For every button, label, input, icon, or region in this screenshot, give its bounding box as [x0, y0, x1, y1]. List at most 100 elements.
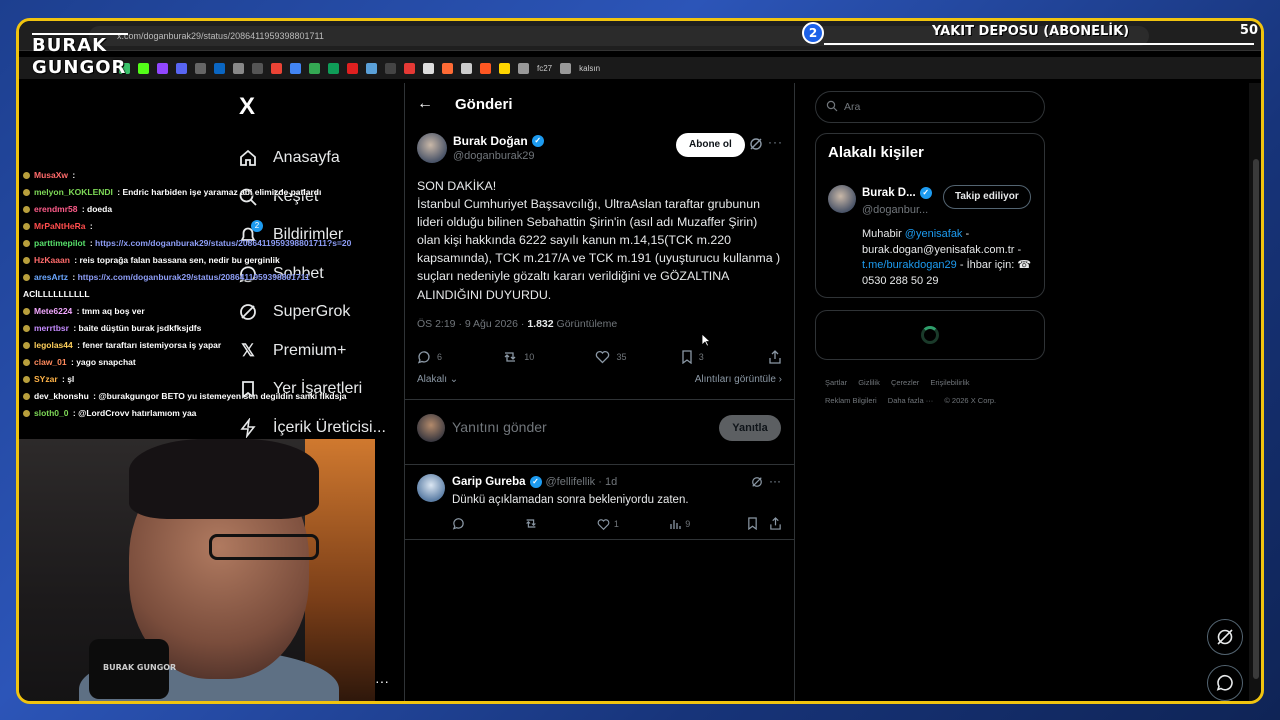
author-name-row[interactable]: Burak Doğan ✓	[453, 134, 544, 148]
acrobat-icon[interactable]	[347, 62, 358, 74]
person-avatar[interactable]	[828, 185, 856, 213]
repost-count: 10	[524, 351, 535, 362]
x-logo[interactable]: X	[239, 93, 397, 121]
bookmark-icon[interactable]	[366, 62, 377, 74]
bookmark-icon[interactable]	[747, 517, 769, 532]
chat-text[interactable]: https://x.com/doganburak29/status/208641…	[95, 238, 351, 248]
footer-link[interactable]: Erişilebilirlik	[930, 378, 969, 387]
chat-username[interactable]: aresArtz	[34, 272, 68, 282]
scrollbar-thumb[interactable]	[1253, 159, 1259, 679]
related-person[interactable]: Burak D... ✓ @doganbur... Takip ediliyor…	[816, 161, 1044, 297]
grok-icon[interactable]	[749, 137, 763, 156]
chart-icon[interactable]	[442, 62, 453, 74]
chat-username[interactable]: legolas44	[34, 340, 73, 350]
twitch-icon[interactable]	[157, 62, 168, 74]
chat-username[interactable]: merrtbsr	[34, 323, 69, 333]
chat-username[interactable]: SYzar	[34, 374, 58, 384]
amazon-icon[interactable]	[423, 62, 434, 74]
messages-float-button[interactable]	[1207, 665, 1243, 701]
sheets-icon[interactable]	[328, 62, 339, 74]
kick-icon[interactable]	[138, 62, 149, 74]
chat-username[interactable]: dev_khonshu	[34, 391, 89, 401]
chat-username[interactable]: erendmr58	[34, 204, 77, 214]
bookmark-icon[interactable]	[195, 62, 206, 74]
bookmark-icon[interactable]	[233, 62, 244, 74]
grok-float-button[interactable]	[1207, 619, 1243, 655]
folder-icon[interactable]	[518, 62, 529, 74]
gmail-icon[interactable]	[271, 62, 282, 74]
reply-action[interactable]: 6	[417, 350, 502, 364]
discord-icon[interactable]	[176, 62, 187, 74]
bookmark-folder-fc27[interactable]: fc27	[537, 64, 552, 73]
chat-username[interactable]: parttimepilot	[34, 238, 85, 248]
chat-username[interactable]: melyon_KOKLENDI	[34, 187, 113, 197]
like-action[interactable]: 1	[597, 517, 669, 532]
related-dropdown[interactable]: Alakalı ⌄	[417, 374, 458, 385]
heart-icon	[596, 350, 610, 364]
search-input[interactable]: Ara	[815, 91, 1045, 123]
chat-message: erendmr58 : doeda	[23, 201, 383, 218]
chat-username[interactable]: MusaXw	[34, 170, 68, 180]
more-options-icon[interactable]: ···	[375, 673, 389, 689]
reply-item[interactable]: Garip Gureba ✓ @fellifellik · 1d ··· Dün…	[405, 463, 794, 540]
author-avatar[interactable]	[417, 133, 447, 163]
author-handle[interactable]: @doganburak29	[453, 150, 544, 162]
footer-link[interactable]: Şartlar	[825, 378, 847, 387]
linkedin-icon[interactable]	[214, 62, 225, 74]
subscribe-button[interactable]: Abone ol	[676, 133, 745, 157]
quotes-link[interactable]: Alıntıları görüntüle ›	[695, 374, 782, 385]
footer-link[interactable]: Reklam Bilgileri	[825, 396, 877, 405]
bookmark-icon[interactable]	[461, 62, 472, 74]
bio-link[interactable]: t.me/burakdogan29	[862, 259, 957, 271]
more-icon[interactable]: ···	[768, 135, 783, 149]
reply-icon[interactable]	[452, 517, 524, 532]
reply-composer: Yanıtını gönder Yanıtla	[405, 398, 794, 454]
chat-text[interactable]: https://x.com/doganburak29/status/208641…	[78, 272, 310, 282]
person-name-row[interactable]: Burak D... ✓	[862, 187, 932, 199]
chat-badge-icon	[23, 206, 30, 214]
views-action[interactable]: 9	[669, 517, 747, 532]
scrollbar[interactable]	[1249, 83, 1261, 701]
footer-link[interactable]: Daha fazla ···	[888, 396, 933, 405]
reply-input[interactable]: Yanıtını gönder	[452, 419, 547, 435]
more-icon[interactable]: ···	[769, 474, 781, 488]
commenter-name-row[interactable]: Garip Gureba ✓ @fellifellik · 1d	[452, 475, 617, 488]
bookmark-icon[interactable]	[499, 62, 510, 74]
bookmark-count: 3	[698, 351, 704, 362]
back-arrow-icon[interactable]: ←	[417, 95, 433, 113]
bookmark-action[interactable]: 3	[681, 350, 768, 364]
bookmark-icon[interactable]	[404, 62, 415, 74]
chat-badge-icon	[23, 257, 30, 265]
chat-username[interactable]: Mete6224	[34, 306, 72, 316]
grok-icon[interactable]	[751, 475, 763, 493]
folder-icon[interactable]	[560, 62, 572, 74]
footer-link[interactable]: Çerezler	[891, 378, 919, 387]
person-handle[interactable]: @doganbur...	[862, 204, 928, 216]
share-action[interactable]	[768, 349, 782, 364]
post-line: olan kişi hakkında 6222 sayılı kanun m.1…	[417, 233, 732, 248]
bookmark-icon[interactable]	[252, 62, 263, 74]
chat-username[interactable]: claw_01	[34, 357, 67, 367]
chat-message: HzKaaan : reis toprağa falan bassana sen…	[23, 252, 383, 269]
like-action[interactable]: 35	[595, 350, 680, 364]
bookmark-icon[interactable]	[385, 62, 396, 74]
chat-message: SYzar : şl	[23, 371, 383, 388]
chat-username[interactable]: MrPaNtHeRa	[34, 221, 86, 231]
bookmark-folder-kalsin[interactable]: kalsın	[579, 64, 600, 73]
post-time[interactable]: ÖS 2:19 · 9 Ağu 2026 ·	[417, 318, 527, 330]
chat-username[interactable]: sloth0_0	[34, 408, 69, 418]
chat-badge-icon	[23, 308, 30, 316]
drive-icon[interactable]	[309, 62, 320, 74]
chat-badge-icon	[23, 189, 30, 197]
share-icon[interactable]	[769, 516, 782, 532]
repost-icon[interactable]	[524, 517, 596, 532]
bio-link[interactable]: @yenisafak	[905, 228, 963, 240]
chat-username[interactable]: HzKaaan	[34, 255, 70, 265]
following-button[interactable]: Takip ediliyor	[943, 185, 1031, 209]
footer-link[interactable]: Gizlilik	[858, 378, 880, 387]
repost-action[interactable]: 10	[502, 350, 595, 364]
bookmark-icon[interactable]	[480, 62, 491, 74]
commenter-avatar[interactable]	[417, 473, 445, 502]
reply-button[interactable]: Yanıtla	[719, 414, 781, 441]
docs-icon[interactable]	[290, 62, 301, 74]
